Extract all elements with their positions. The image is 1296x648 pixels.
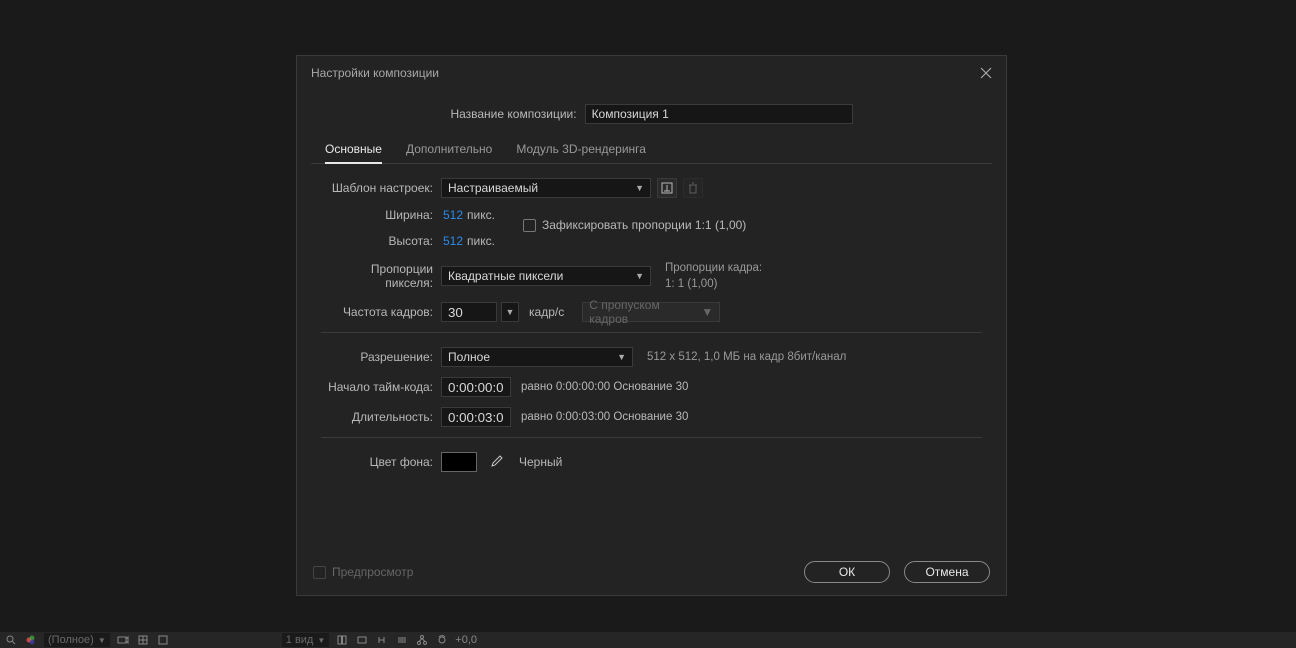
viewer-bottom-bar: (Полное) ▼ 1 вид ▼ +0,0 (0, 632, 1296, 648)
preset-select[interactable]: Настраиваемый ▼ (441, 178, 651, 198)
tab-basic[interactable]: Основные (325, 134, 382, 164)
preview-checkbox (313, 566, 326, 579)
tab-advanced[interactable]: Дополнительно (406, 134, 492, 163)
framerate-label: Частота кадров: (321, 305, 441, 319)
chevron-down-icon: ▼ (701, 305, 713, 319)
cancel-button[interactable]: Отмена (904, 561, 990, 583)
bg-color-label: Цвет фона: (321, 455, 441, 469)
quality-select[interactable]: (Полное) ▼ (44, 633, 110, 647)
comp-name-label: Название композиции: (450, 107, 576, 121)
chevron-down-icon: ▼ (635, 183, 644, 193)
resolution-label: Разрешение: (321, 350, 441, 364)
par-label: Пропорции пикселя: (321, 262, 441, 290)
framerate-dropdown[interactable]: ▼ (501, 302, 519, 322)
duration-label: Длительность: (321, 410, 441, 424)
separator (321, 437, 982, 438)
tab-3d-renderer[interactable]: Модуль 3D-рендеринга (516, 134, 646, 163)
duration-info: равно 0:00:03:00 Основание 30 (521, 411, 688, 423)
magnify-icon[interactable] (4, 633, 18, 647)
start-timecode-input[interactable] (441, 377, 511, 397)
start-timecode-label: Начало тайм-кода: (321, 380, 441, 394)
tabs: Основные Дополнительно Модуль 3D-рендери… (311, 134, 992, 164)
composition-settings-dialog: Настройки композиции Название композиции… (296, 55, 1007, 596)
save-preset-icon[interactable] (657, 178, 677, 198)
par-select[interactable]: Квадратные пиксели ▼ (441, 266, 651, 286)
lock-aspect-checkbox[interactable] (523, 219, 536, 232)
camera-icon[interactable] (116, 633, 130, 647)
framerate-input[interactable] (441, 302, 497, 322)
ok-button[interactable]: ОК (804, 561, 890, 583)
preset-label: Шаблон настроек: (321, 181, 441, 195)
eyedropper-icon[interactable] (487, 453, 505, 471)
grid-icon[interactable] (136, 633, 150, 647)
resolution-select[interactable]: Полное ▼ (441, 347, 633, 367)
width-value[interactable]: 512 (441, 208, 465, 222)
framerate-unit: кадр/с (529, 305, 564, 319)
chevron-down-icon: ▼ (98, 636, 106, 645)
trash-icon (683, 178, 703, 198)
flowchart-icon[interactable] (415, 633, 429, 647)
height-unit: пикс. (467, 234, 495, 248)
width-label: Ширина: (321, 208, 441, 222)
exposure-value[interactable]: +0,0 (455, 634, 477, 646)
frame-aspect: Пропорции кадра: 1: 1 (1,00) (665, 260, 762, 292)
dialog-title: Настройки композиции (311, 66, 439, 80)
fast-preview-icon[interactable] (375, 633, 389, 647)
color-mgmt-icon[interactable] (24, 633, 38, 647)
resolution-info: 512 x 512, 1,0 МБ на кадр 8бит/канал (647, 351, 846, 363)
pixel-aspect-icon[interactable] (355, 633, 369, 647)
exposure-reset-icon[interactable] (435, 633, 449, 647)
bg-color-name: Черный (519, 455, 562, 469)
mask-icon[interactable] (156, 633, 170, 647)
width-unit: пикс. (467, 208, 495, 222)
duration-input[interactable] (441, 407, 511, 427)
height-value[interactable]: 512 (441, 234, 465, 248)
dropframe-select: С пропуском кадров ▼ (582, 302, 720, 322)
separator (321, 332, 982, 333)
comp-name-input[interactable] (585, 104, 853, 124)
close-icon[interactable] (980, 67, 992, 79)
timeline-icon[interactable] (395, 633, 409, 647)
chevron-down-icon: ▼ (635, 271, 644, 281)
preview-label: Предпросмотр (332, 565, 413, 579)
chevron-down-icon: ▼ (617, 352, 626, 362)
view-select[interactable]: 1 вид ▼ (282, 633, 330, 647)
lock-aspect-label: Зафиксировать пропорции 1:1 (1,00) (542, 218, 746, 232)
chevron-down-icon: ▼ (317, 636, 325, 645)
bg-color-swatch[interactable] (441, 452, 477, 472)
height-label: Высота: (321, 234, 441, 248)
share-view-icon[interactable] (335, 633, 349, 647)
start-timecode-info: равно 0:00:00:00 Основание 30 (521, 381, 688, 393)
